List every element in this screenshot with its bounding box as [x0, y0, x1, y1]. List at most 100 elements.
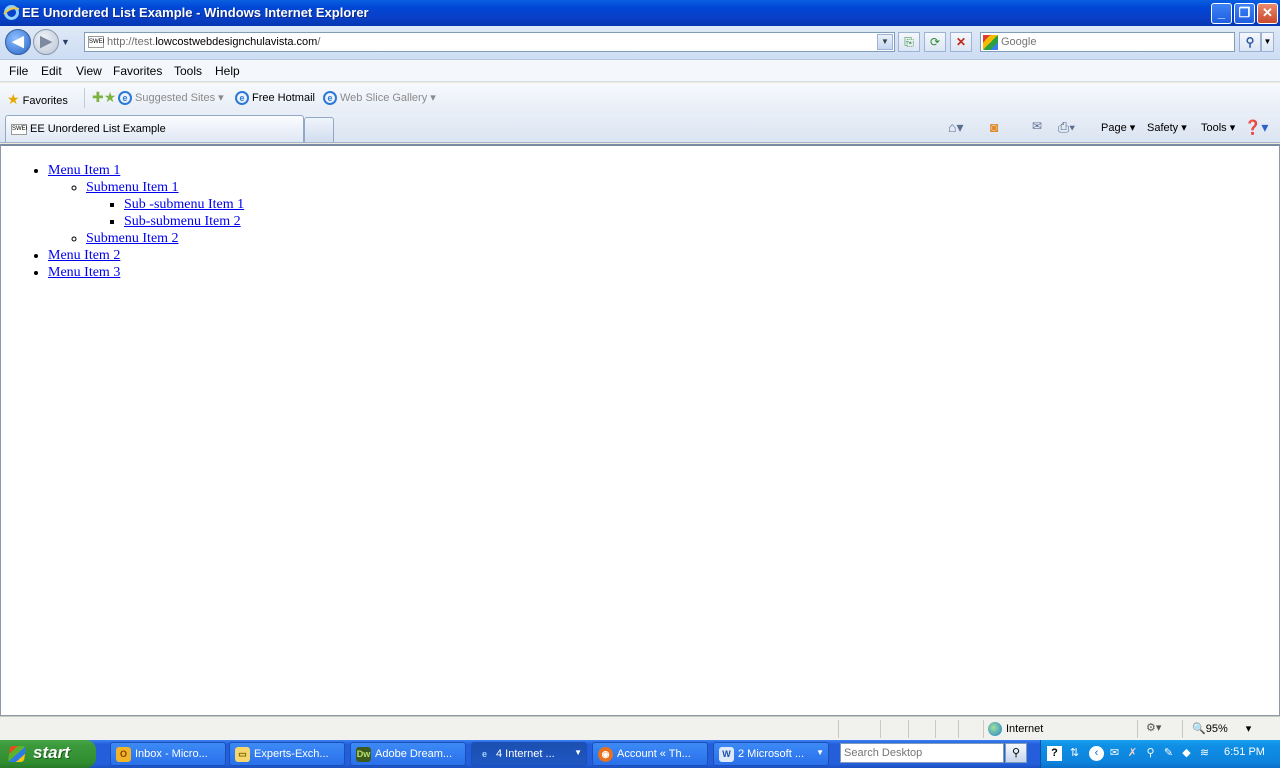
desktop-search-input[interactable]: [844, 747, 1002, 759]
new-tab-button[interactable]: [304, 117, 334, 142]
zoom-control[interactable]: 🔍95% ▾: [1192, 722, 1251, 735]
home-icon[interactable]: ⌂▾: [948, 119, 963, 136]
word-icon: W: [719, 747, 734, 762]
compatibility-view-button[interactable]: ⎘: [898, 32, 920, 52]
outlook-tray-icon[interactable]: ✉: [1107, 746, 1122, 761]
back-arrow-icon: ◀: [12, 33, 24, 50]
zoom-level: 95%: [1205, 723, 1228, 735]
menu-edit[interactable]: Edit: [41, 64, 62, 78]
tab-active[interactable]: SWEI EE Unordered List Example: [5, 115, 304, 142]
status-divider: [958, 720, 959, 738]
free-hotmail-link[interactable]: e Free Hotmail: [235, 91, 315, 105]
wireless-icon[interactable]: ≋: [1197, 746, 1212, 761]
firefox-icon: ◉: [598, 747, 613, 762]
menu-favorites[interactable]: Favorites: [113, 64, 162, 78]
tab-favicon: SWEI: [11, 124, 27, 135]
status-bar: Internet ⚙▾ 🔍95% ▾: [0, 716, 1280, 740]
zoom-dropdown-icon: ▾: [1245, 723, 1252, 735]
ie-page-icon: e: [235, 91, 249, 105]
list-item: Menu Item 1 Submenu Item 1 Sub -submenu …: [48, 162, 244, 247]
menu-tools[interactable]: Tools: [174, 64, 202, 78]
safety-menu[interactable]: Safety ▾: [1147, 121, 1187, 134]
stop-button[interactable]: ✕: [950, 32, 972, 52]
protected-mode-icon[interactable]: ⚙▾: [1146, 721, 1161, 734]
desktop-search-button[interactable]: ⚲: [1005, 743, 1027, 763]
taskbar-item-dreamweaver[interactable]: Dw Adobe Dream...: [350, 742, 466, 766]
search-input[interactable]: [1001, 35, 1229, 49]
device-icon[interactable]: ◆: [1179, 746, 1194, 761]
search-box[interactable]: [980, 32, 1235, 52]
taskbar-item-label: Experts-Exch...: [254, 748, 329, 760]
taskbar-item-label: Account « Th...: [617, 748, 691, 760]
antivirus-icon[interactable]: ✗: [1125, 746, 1140, 761]
search-options-dropdown[interactable]: ▼: [1261, 32, 1274, 52]
tools-menu-label: Tools: [1201, 122, 1227, 134]
ie-page-icon: e: [118, 91, 132, 106]
menu-view[interactable]: View: [76, 64, 102, 78]
taskbar-item-internet-explorer[interactable]: e 4 Internet ... ▼: [471, 742, 587, 766]
print-icon[interactable]: ⎙▾: [1058, 119, 1075, 136]
minimize-button[interactable]: _: [1211, 3, 1232, 24]
clock[interactable]: 6:51 PM: [1224, 746, 1265, 758]
tab-bar: SWEI EE Unordered List Example ⌂▾ ◙ ✉ ⎙▾…: [0, 113, 1280, 143]
sub-submenu-item-2-link[interactable]: Sub-submenu Item 2: [124, 214, 241, 229]
address-dropdown-button[interactable]: ▼: [877, 34, 893, 50]
close-button[interactable]: ✕: [1257, 3, 1278, 24]
taskbar-item-experts-exchange[interactable]: ▭ Experts-Exch...: [229, 742, 345, 766]
page-menu[interactable]: Page ▾: [1101, 121, 1135, 134]
menu-item-1-link[interactable]: Menu Item 1: [48, 163, 120, 178]
list-item: Menu Item 3: [48, 264, 244, 281]
sub-submenu-list: Sub -submenu Item 1 Sub-submenu Item 2: [124, 196, 244, 230]
list-item: Menu Item 2: [48, 247, 244, 264]
favorites-bar: ★ Favorites ✚★ e Suggested Sites ▾ e Free …: [0, 83, 1280, 113]
tab-title: EE Unordered List Example: [30, 123, 166, 135]
menu-item-2-link[interactable]: Menu Item 2: [48, 248, 120, 263]
edit-tray-icon[interactable]: ✎: [1161, 746, 1176, 761]
windows-flag-icon: [7, 746, 27, 762]
taskbar-item-firefox[interactable]: ◉ Account « Th...: [592, 742, 708, 766]
forward-button[interactable]: ▶: [33, 29, 59, 55]
start-button[interactable]: start: [0, 740, 96, 768]
help-icon[interactable]: ❓▾: [1244, 119, 1268, 136]
feeds-icon[interactable]: ◙: [990, 119, 998, 135]
help-icon[interactable]: ?: [1047, 746, 1062, 761]
menu-file[interactable]: File: [9, 64, 28, 78]
globe-icon: [988, 722, 1002, 736]
submenu-item-2-link[interactable]: Submenu Item 2: [86, 231, 179, 246]
start-label: start: [33, 743, 70, 762]
security-zone[interactable]: Internet: [988, 722, 1043, 736]
list-item: Submenu Item 2: [86, 230, 244, 247]
taskbar-item-microsoft-word[interactable]: W 2 Microsoft ... ▼: [713, 742, 829, 766]
refresh-button[interactable]: ⟳: [924, 32, 946, 52]
site-favicon: SWEI: [88, 36, 104, 48]
taskbar-item-inbox[interactable]: O Inbox - Micro...: [110, 742, 226, 766]
menu-help[interactable]: Help: [215, 64, 240, 78]
tools-menu[interactable]: Tools ▾: [1201, 121, 1235, 134]
back-button[interactable]: ◀: [5, 29, 31, 55]
collapse-tray-icon[interactable]: ‹: [1089, 746, 1104, 761]
add-to-favorites-bar-button[interactable]: ✚★: [92, 89, 116, 106]
search-button[interactable]: ⚲: [1239, 32, 1261, 52]
network-icon[interactable]: ⇅: [1067, 746, 1082, 761]
favorites-button[interactable]: ★ Favorites: [7, 91, 68, 108]
search-tray-icon[interactable]: ⚲: [1143, 746, 1158, 761]
submenu-item-1-link[interactable]: Submenu Item 1: [86, 180, 179, 195]
sub-submenu-item-1-link[interactable]: Sub -submenu Item 1: [124, 197, 244, 212]
address-bar[interactable]: SWEI http://test.lowcostwebdesignchulavi…: [84, 32, 895, 52]
recent-pages-dropdown[interactable]: ▼: [61, 37, 70, 47]
web-slice-gallery-label: Web Slice Gallery: [340, 92, 428, 104]
menu-list: Menu Item 1 Submenu Item 1 Sub -submenu …: [48, 162, 244, 281]
url-domain: lowcostwebdesignchulavista.com: [155, 36, 318, 48]
dreamweaver-icon: Dw: [356, 747, 371, 762]
taskbar-item-label: 2 Microsoft ...: [738, 748, 805, 760]
restore-button[interactable]: ❐: [1234, 3, 1255, 24]
web-slice-gallery-link[interactable]: e Web Slice Gallery ▾: [323, 91, 436, 106]
desktop-search-box[interactable]: [840, 743, 1004, 763]
mail-icon[interactable]: ✉: [1032, 119, 1042, 133]
suggested-sites-link[interactable]: e Suggested Sites ▾: [118, 91, 224, 106]
url-prefix: http://test.: [107, 36, 156, 48]
menu-item-3-link[interactable]: Menu Item 3: [48, 265, 120, 280]
status-divider: [908, 720, 909, 738]
address-url[interactable]: http://test.lowcostwebdesignchulavista.c…: [107, 36, 320, 48]
suggested-sites-label: Suggested Sites: [135, 92, 216, 104]
